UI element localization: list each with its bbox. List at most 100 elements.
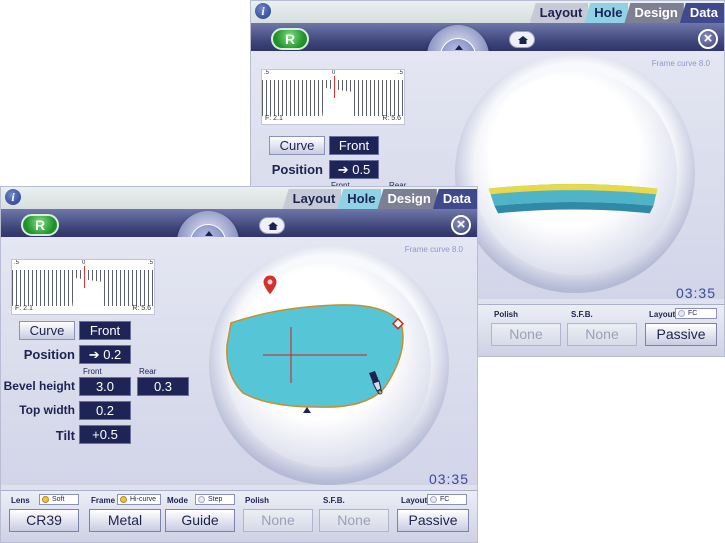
bevel-front-value[interactable]: 3.0 — [79, 377, 131, 396]
position-label: Position — [23, 347, 75, 362]
toggle-indicator-icon — [42, 496, 49, 503]
close-button[interactable]: × — [451, 215, 471, 235]
frame-curve-label: Frame curve 8.0 — [651, 59, 710, 68]
bevel-rear-value[interactable]: 0.3 — [137, 377, 189, 396]
tilt-label: Tilt — [55, 428, 75, 443]
lens-side-profile — [488, 183, 658, 214]
layout-chip[interactable]: FC — [427, 494, 467, 505]
lens-view[interactable] — [473, 71, 677, 275]
rear-sub-label: Rear — [139, 367, 157, 376]
drill-tool-icon[interactable] — [365, 371, 385, 395]
front-screen: i Layout Hole Design Data R × Frame curv… — [0, 186, 478, 543]
frame-label: Frame — [91, 496, 116, 505]
curve-tick: 0 — [82, 260, 86, 266]
toggle-indicator-icon — [198, 496, 205, 503]
lens-button[interactable]: CR39 — [9, 509, 79, 532]
curve-front-value: F: 2.1 — [265, 115, 283, 122]
info-icon[interactable]: i — [5, 189, 21, 205]
sfb-label: S.F.B. — [571, 310, 593, 319]
tab-bar: Layout Hole Design Data — [529, 3, 724, 23]
position-label: Position — [271, 162, 323, 177]
layout-label: Layout — [401, 496, 428, 505]
top-bar: i Layout Hole Design Data — [251, 1, 724, 23]
frame-chip-label: Hi-curve — [130, 496, 157, 503]
curve-graph: .5 0 .5 F: 2.1 R: 5.6 — [261, 69, 405, 125]
close-button[interactable]: × — [698, 29, 718, 49]
frame-chip[interactable]: Hi-curve — [117, 494, 161, 505]
lens-label: Lens — [11, 496, 30, 505]
mode-chip[interactable]: Step — [195, 494, 235, 505]
polish-label: Polish — [245, 496, 270, 505]
top-bar: i Layout Hole Design Data — [1, 187, 477, 209]
lens-chip[interactable]: Soft — [39, 494, 79, 505]
top-width-label: Top width — [19, 403, 75, 417]
layout-button[interactable]: Passive — [397, 509, 469, 532]
curve-shape — [322, 88, 354, 122]
right-lens-button[interactable]: R — [21, 214, 59, 236]
sfb-button[interactable]: None — [319, 509, 389, 532]
tilt-value[interactable]: +0.5 — [79, 425, 131, 444]
toggle-indicator-icon — [678, 310, 685, 317]
layout-chip-label: FC — [688, 310, 698, 317]
curve-rear-value: R: 5.6 — [382, 115, 401, 122]
layout-label: Layout — [649, 310, 676, 319]
curve-shape — [72, 278, 104, 312]
lens-view[interactable] — [226, 263, 431, 467]
curve-front-value: F: 2.1 — [15, 305, 33, 312]
front-sub-label: Front — [83, 367, 102, 376]
tab-hole[interactable]: Hole — [337, 189, 382, 209]
right-lens-button[interactable]: R — [271, 28, 309, 50]
clock: 03:35 — [428, 471, 469, 487]
mode-label: Mode — [167, 496, 188, 505]
layout-chip-label: FC — [440, 496, 450, 503]
layout-button[interactable]: Passive — [645, 323, 717, 346]
top-width-value[interactable]: 0.2 — [79, 401, 131, 420]
tab-hole[interactable]: Hole — [584, 3, 629, 23]
tab-design[interactable]: Design — [377, 189, 437, 209]
clock: 03:35 — [675, 285, 716, 301]
curve-tick: .5 — [14, 260, 20, 266]
map-pin-icon[interactable] — [263, 275, 277, 297]
curve-value[interactable]: Front — [79, 321, 131, 340]
home-icon — [518, 36, 528, 44]
arrow-up-icon[interactable] — [455, 41, 463, 50]
curve-button[interactable]: Curve — [269, 136, 325, 155]
frame-button[interactable]: Metal — [89, 509, 161, 532]
info-icon[interactable]: i — [255, 3, 271, 19]
home-button[interactable] — [509, 31, 535, 48]
header-band — [1, 209, 477, 237]
home-icon — [268, 222, 278, 230]
polish-label: Polish — [494, 310, 519, 319]
home-button[interactable] — [259, 217, 285, 234]
position-value[interactable]: ➔ 0.2 — [79, 345, 131, 364]
curve-rear-value: R: 5.6 — [132, 305, 151, 312]
toggle-indicator-icon — [120, 496, 127, 503]
curve-tick: 0 — [332, 70, 336, 76]
tab-layout[interactable]: Layout — [529, 3, 589, 23]
lens-chip-label: Soft — [52, 496, 65, 503]
bevel-height-label: Bevel height — [3, 379, 75, 393]
position-value[interactable]: ➔ 0.5 — [329, 160, 379, 179]
frame-curve-label: Frame curve 8.0 — [404, 245, 463, 254]
toggle-indicator-icon — [430, 496, 437, 503]
curve-tick: .5 — [148, 260, 154, 266]
curve-marker — [84, 266, 85, 288]
arrow-up-icon[interactable] — [205, 227, 213, 236]
mode-chip-label: Step — [208, 496, 223, 503]
polish-button[interactable]: None — [491, 323, 561, 346]
tab-data[interactable]: Data — [432, 189, 477, 209]
curve-button[interactable]: Curve — [19, 321, 75, 340]
curve-tick: .5 — [398, 70, 404, 76]
sfb-label: S.F.B. — [323, 496, 345, 505]
curve-value[interactable]: Front — [329, 136, 379, 155]
polish-button[interactable]: None — [243, 509, 313, 532]
layout-chip[interactable]: FC — [675, 308, 717, 319]
lens-front-view — [226, 304, 405, 413]
curve-marker — [334, 76, 335, 98]
tab-data[interactable]: Data — [679, 3, 724, 23]
mode-button[interactable]: Guide — [165, 509, 235, 532]
sfb-button[interactable]: None — [567, 323, 637, 346]
tab-layout[interactable]: Layout — [282, 189, 342, 209]
tab-bar: Layout Hole Design Data — [282, 189, 477, 209]
tab-design[interactable]: Design — [624, 3, 684, 23]
